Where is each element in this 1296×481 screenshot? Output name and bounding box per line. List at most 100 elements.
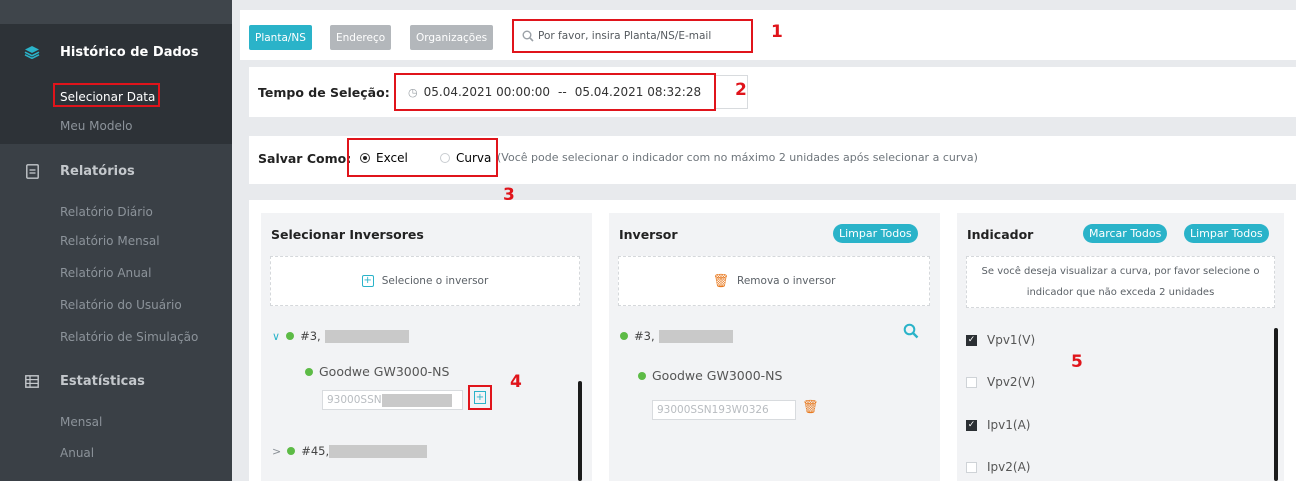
device-name: Goodwe GW3000-NS — [319, 364, 450, 379]
serial-number: 93000SSN — [327, 394, 382, 406]
selected-plant-label: #3, — [634, 329, 655, 343]
inverter-title: Inversor — [619, 227, 678, 242]
sidebar-item-relatorio-diario[interactable]: Relatório Diário — [60, 205, 153, 219]
selected-device-name: Goodwe GW3000-NS — [652, 368, 783, 383]
annotation-4: 4 — [510, 372, 522, 392]
trash-icon: 🗑 — [712, 273, 730, 289]
device-row: Goodwe GW3000-NS — [305, 364, 449, 379]
radio-excel[interactable]: Excel — [360, 151, 408, 165]
tree-plant-45[interactable]: > #45, — [272, 444, 428, 458]
radio-curva[interactable]: Curva — [440, 151, 491, 165]
indicator-hint: Se você deseja visualizar a curva, por f… — [966, 256, 1275, 308]
checkbox-checked-icon: ✓ — [966, 419, 977, 431]
indicator-label: Vpv2(V) — [987, 375, 1036, 389]
sidebar-group-estatisticas[interactable]: Estatísticas — [24, 369, 145, 393]
sidebar-group-title: Estatísticas — [60, 373, 145, 389]
tab-planta-ns[interactable]: Planta/NS — [249, 25, 312, 50]
annotation-5: 5 — [1071, 352, 1083, 372]
checkbox-ipv2[interactable]: Ipv2(A) — [966, 460, 1030, 474]
selected-plant-3: #3, — [620, 329, 733, 343]
status-online-icon — [287, 447, 296, 455]
status-online-icon — [305, 367, 313, 376]
sidebar-group-title: Relatórios — [60, 163, 135, 179]
highlight-selecionar-data — [53, 83, 160, 107]
save-hint: (Você pode selecionar o indicador com no… — [497, 151, 978, 164]
time-range-picker[interactable]: ◷ 05.04.2021 00:00:00 -- 05.04.2021 08:3… — [394, 73, 716, 111]
chevron-down-icon: ∨ — [272, 329, 281, 343]
trash-icon[interactable]: 🗑 — [802, 400, 819, 415]
tab-endereco[interactable]: Endereço — [330, 25, 392, 50]
status-online-icon — [286, 332, 295, 340]
sidebar-group-relatorios[interactable]: Relatórios — [24, 159, 135, 183]
sidebar-item-relatorio-simulacao[interactable]: Relatório de Simulação — [60, 330, 198, 344]
add-file-icon: + — [474, 391, 486, 404]
checkbox-checked-icon: ✓ — [966, 334, 977, 346]
time-separator: -- — [558, 85, 567, 99]
sidebar-item-relatorio-mensal[interactable]: Relatório Mensal — [60, 234, 160, 248]
sidebar-group-title: Histórico de Dados — [60, 44, 199, 60]
select-inverter-label: Selecione o inversor — [381, 275, 489, 287]
sidebar-item-meu-modelo[interactable]: Meu Modelo — [60, 119, 133, 133]
remove-inverter-label: Remova o inversor — [737, 275, 836, 287]
scrollbar-inverters[interactable] — [578, 381, 582, 481]
time-start: 05.04.2021 00:00:00 — [423, 85, 551, 99]
radio-selected-icon — [360, 153, 370, 163]
time-label: Tempo de Seleção: — [258, 85, 390, 100]
search-input[interactable]: Por favor, insira Planta/NS/E-mail — [512, 19, 753, 53]
mark-all-button[interactable]: Marcar Todos — [1083, 224, 1168, 243]
selected-serial-number: 93000SSN193W0326 — [657, 404, 769, 416]
indicator-hint-line2: indicador que não exceda 2 unidades — [1026, 287, 1215, 298]
indicator-title: Indicador — [967, 227, 1034, 242]
annotation-2: 2 — [735, 80, 747, 100]
search-icon[interactable] — [903, 323, 919, 339]
inverter-panel — [609, 213, 940, 481]
redacted-block — [329, 444, 428, 458]
redacted-block — [658, 329, 733, 343]
indicator-hint-line1: Se você deseja visualizar a curva, por f… — [981, 266, 1260, 277]
status-online-icon — [620, 332, 628, 340]
indicator-label: Ipv1(A) — [987, 418, 1031, 432]
add-file-icon: + — [361, 275, 374, 287]
selected-device-row: Goodwe GW3000-NS — [638, 368, 782, 383]
clock-icon: ◷ — [408, 85, 418, 99]
sidebar: Histórico de Dados Selecionar Data Meu M… — [0, 0, 232, 481]
checkbox-unchecked-icon — [966, 376, 977, 388]
checkbox-ipv1[interactable]: ✓ Ipv1(A) — [966, 418, 1030, 432]
time-end: 05.04.2021 08:32:28 — [574, 85, 702, 99]
save-label: Salvar Como: — [258, 151, 352, 166]
indicator-clear-all-button[interactable]: Limpar Todos — [1184, 224, 1269, 243]
table-icon — [24, 373, 40, 389]
scrollbar-indicators[interactable] — [1274, 328, 1278, 481]
select-inverters-title: Selecionar Inversores — [271, 227, 424, 242]
annotation-1: 1 — [771, 22, 783, 42]
search-icon — [522, 30, 534, 42]
search-card — [240, 10, 1296, 60]
sidebar-group-historico[interactable]: Histórico de Dados — [24, 40, 198, 64]
plant-3-label: #3, — [300, 329, 321, 343]
tree-plant-3[interactable]: ∨ #3, — [272, 329, 409, 343]
redacted-block — [324, 329, 409, 343]
layers-icon — [24, 44, 40, 60]
indicator-label: Ipv2(A) — [987, 460, 1031, 474]
checkbox-unchecked-icon — [966, 461, 977, 473]
app-root: Histórico de Dados Selecionar Data Meu M… — [0, 0, 1296, 481]
checkbox-vpv2[interactable]: Vpv2(V) — [966, 375, 1035, 389]
radio-excel-label: Excel — [376, 151, 408, 165]
inverter-clear-all-button[interactable]: Limpar Todos — [833, 224, 918, 243]
tab-organizacoes[interactable]: Organizações — [410, 25, 494, 50]
radio-curva-label: Curva — [456, 151, 492, 165]
sidebar-item-anual[interactable]: Anual — [60, 446, 94, 460]
status-online-icon — [638, 371, 646, 380]
add-inverter-button[interactable]: + — [468, 385, 492, 410]
sidebar-item-mensal[interactable]: Mensal — [60, 415, 102, 429]
chevron-right-icon: > — [272, 444, 282, 458]
checkbox-vpv1[interactable]: ✓ Vpv1(V) — [966, 333, 1035, 347]
sidebar-item-relatorio-usuario[interactable]: Relatório do Usuário — [60, 298, 182, 312]
redacted-block — [381, 393, 452, 407]
plant-45-label: #45, — [301, 444, 330, 458]
sidebar-top-strip — [0, 0, 232, 24]
select-inverter-dropzone[interactable]: + Selecione o inversor — [270, 256, 580, 306]
serial-number-field: 93000SSN — [322, 390, 463, 410]
sidebar-item-relatorio-anual[interactable]: Relatório Anual — [60, 266, 151, 280]
remove-inverter-dropzone[interactable]: 🗑 Remova o inversor — [618, 256, 930, 306]
